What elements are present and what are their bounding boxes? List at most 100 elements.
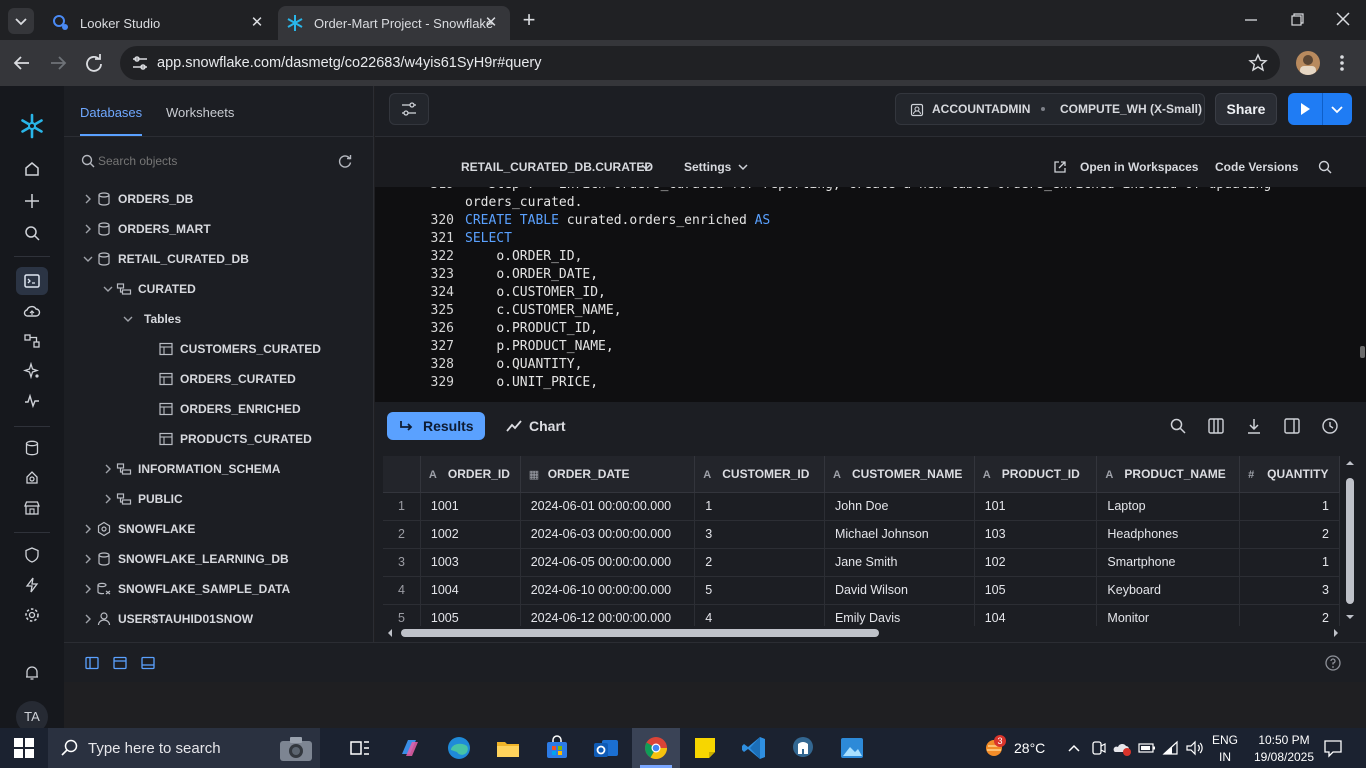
projects-nav[interactable] [16, 267, 48, 295]
role-warehouse-selector[interactable]: ACCOUNTADMIN COMPUTE_WH (X-Small) [895, 93, 1205, 125]
run-button[interactable] [1288, 93, 1352, 125]
data-sharing-nav[interactable] [16, 464, 48, 492]
table-row[interactable]: 1 1001 2024-06-01 00:00:00.000 1 John Doe 101… [383, 492, 1340, 521]
snowflake-logo[interactable] [16, 112, 48, 140]
code-versions-link[interactable]: Code Versions [1215, 160, 1298, 174]
column-header-customer-id[interactable]: A CUSTOMER_ID [694, 456, 825, 493]
battery-icon[interactable] [1137, 739, 1157, 757]
minimize-button[interactable] [1240, 8, 1262, 30]
omnibox[interactable]: app.snowflake.com/dasmetg/co22683/w4yis6… [120, 46, 1280, 80]
home-nav[interactable] [16, 155, 48, 183]
results-tab[interactable]: Results [387, 412, 485, 440]
profile-avatar[interactable] [1296, 51, 1320, 75]
tree-item-user-tauhid01snow[interactable]: USER$TAUHID01SNOW [64, 604, 374, 634]
chart-tab[interactable]: Chart [501, 412, 577, 440]
site-info-icon[interactable] [130, 53, 150, 73]
new-tab-button[interactable]: + [518, 9, 540, 32]
columns-icon[interactable] [1207, 417, 1225, 435]
governance-nav[interactable] [16, 541, 48, 569]
tab-looker-studio[interactable]: Looker Studio ✕ [42, 6, 276, 40]
refresh-icon[interactable] [337, 153, 353, 169]
admin-nav[interactable] [16, 601, 48, 629]
side-panel-icon[interactable] [1283, 417, 1301, 435]
column-header-order-date[interactable]: ▦ ORDER_DATE [520, 456, 696, 493]
table-row[interactable]: 5 1005 2024-06-12 00:00:00.000 4 Emily Davis… [383, 604, 1340, 626]
tree-item-products-curated[interactable]: PRODUCTS_CURATED [64, 424, 374, 454]
search-nav[interactable] [16, 219, 48, 247]
tree-item-orders-db[interactable]: ORDERS_DB [64, 184, 374, 214]
tab-order-mart[interactable]: Order-Mart Project - Snowflake ✕ [278, 6, 510, 40]
weather-temp[interactable]: 28°C [1014, 740, 1045, 756]
tree-item-curated[interactable]: CURATED [64, 274, 374, 304]
create-nav[interactable] [16, 187, 48, 215]
scroll-right-icon[interactable] [1329, 626, 1343, 640]
copilot-icon[interactable] [396, 734, 424, 762]
scroll-down-icon[interactable] [1343, 610, 1357, 624]
search-icon[interactable] [1317, 159, 1333, 175]
history-icon[interactable] [1321, 417, 1339, 435]
store-icon[interactable] [543, 734, 571, 762]
language-top[interactable]: ENG [1212, 733, 1238, 747]
column-header-quantity[interactable]: # QUANTITY [1239, 456, 1340, 493]
chevron-down-icon[interactable] [1323, 93, 1351, 125]
file-explorer-icon[interactable] [494, 734, 522, 762]
column-header-customer-name[interactable]: A CUSTOMER_NAME [824, 456, 975, 493]
marketplace-nav[interactable] [16, 494, 48, 522]
postgres-icon[interactable] [789, 734, 817, 762]
scroll-up-icon[interactable] [1343, 456, 1357, 470]
tree-item-snowflake-learning-db[interactable]: SNOWFLAKE_LEARNING_DB [64, 544, 374, 574]
vscode-icon[interactable] [740, 734, 768, 762]
horizontal-scroll-thumb[interactable] [401, 629, 879, 637]
table-row[interactable]: 3 1003 2024-06-05 00:00:00.000 2 Jane Smith 1… [383, 548, 1340, 577]
search-results-icon[interactable] [1169, 417, 1187, 435]
results-grid[interactable]: A ORDER_ID ▦ ORDER_DATE A CUSTOMER_ID A CUSTOME… [383, 456, 1340, 626]
meet-now-icon[interactable] [1089, 739, 1107, 757]
table-row[interactable]: 4 1004 2024-06-10 00:00:00.000 5 David Wilso… [383, 576, 1340, 605]
chrome-taskbar-active[interactable] [632, 728, 680, 768]
chevron-right-icon[interactable] [82, 192, 94, 206]
toggle-left-panel-icon[interactable] [84, 655, 100, 671]
notifications-nav[interactable] [16, 659, 48, 687]
notification-center-icon[interactable] [1323, 738, 1343, 758]
tab-databases[interactable]: Databases [80, 105, 142, 120]
close-tab-icon[interactable]: ✕ [482, 14, 500, 32]
chevron-right-icon[interactable] [82, 222, 94, 236]
tree-item-orders-mart[interactable]: ORDERS_MART [64, 214, 374, 244]
chevron-right-icon[interactable] [82, 612, 94, 626]
photos-icon[interactable] [838, 734, 866, 762]
edge-icon[interactable] [445, 734, 473, 762]
tree-item-tables[interactable]: Tables [64, 304, 374, 334]
grid-horizontal-scrollbar[interactable] [383, 626, 1343, 640]
transformation-nav[interactable] [16, 327, 48, 355]
tree-item-orders-curated[interactable]: ORDERS_CURATED [64, 364, 374, 394]
onedrive-error-icon[interactable] [1112, 739, 1132, 757]
monitoring-nav[interactable] [16, 387, 48, 415]
vertical-scroll-thumb[interactable] [1346, 478, 1354, 604]
chevron-up-icon[interactable] [1066, 740, 1082, 756]
reload-button[interactable] [82, 51, 106, 75]
bookmark-star-icon[interactable] [1248, 53, 1268, 73]
column-header-product-id[interactable]: A PRODUCT_ID [974, 456, 1098, 493]
volume-icon[interactable] [1185, 739, 1205, 757]
open-in-workspaces-link[interactable]: Open in Workspaces [1080, 160, 1198, 174]
filters-button[interactable] [389, 93, 429, 125]
restore-button[interactable] [1286, 8, 1308, 30]
toggle-editor-panel-icon[interactable] [112, 655, 128, 671]
tab-worksheets[interactable]: Worksheets [166, 105, 234, 120]
table-row[interactable]: 2 1002 2024-06-03 00:00:00.000 3 Michael Joh… [383, 520, 1340, 549]
ai-ml-nav[interactable] [16, 357, 48, 385]
chevron-down-icon[interactable] [102, 282, 114, 296]
wifi-icon[interactable] [1161, 739, 1181, 757]
column-header-order-id[interactable]: A ORDER_ID [420, 456, 521, 493]
tree-item-orders-enriched[interactable]: ORDERS_ENRICHED [64, 394, 374, 424]
close-window-button[interactable] [1332, 8, 1354, 30]
grid-vertical-scrollbar[interactable] [1343, 456, 1357, 626]
chevron-down-icon[interactable] [122, 312, 134, 326]
settings-menu[interactable]: Settings [684, 160, 731, 174]
tab-search-button[interactable] [8, 8, 34, 34]
close-tab-icon[interactable]: ✕ [248, 14, 266, 32]
column-header-product-name[interactable]: A PRODUCT_NAME [1096, 456, 1241, 493]
tree-item-snowflake-sample-data[interactable]: SNOWFLAKE_SAMPLE_DATA [64, 574, 374, 604]
toggle-results-panel-icon[interactable] [140, 655, 156, 671]
download-icon[interactable] [1245, 417, 1263, 435]
